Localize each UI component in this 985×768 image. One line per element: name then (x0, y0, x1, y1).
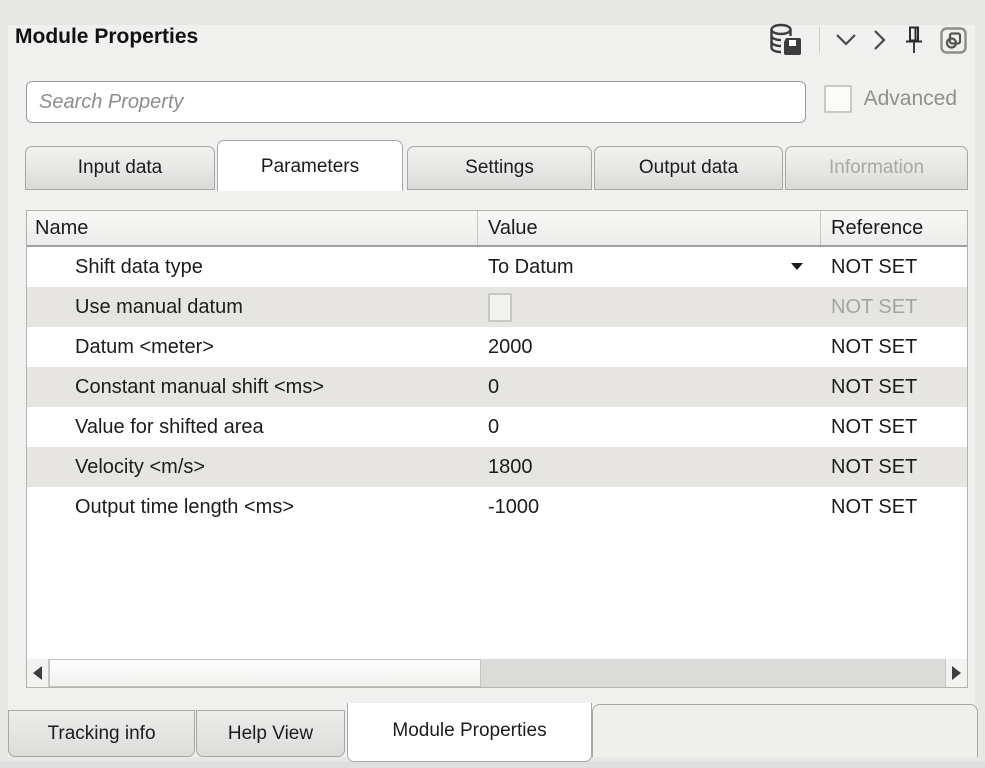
param-reference: NOT SET (821, 256, 967, 279)
scroll-right-button[interactable] (945, 659, 967, 687)
value-text: 1800 (488, 456, 533, 479)
page-title: Module Properties (15, 25, 198, 49)
param-reference: NOT SET (821, 456, 967, 479)
tab-information[interactable]: Information (785, 146, 968, 190)
param-reference: NOT SET (821, 496, 967, 519)
tab-parameters[interactable]: Parameters (217, 140, 403, 191)
table-body: Shift data type To Datum NOT SET Use man… (27, 247, 967, 659)
tab-input-data[interactable]: Input data (25, 146, 215, 190)
search-input[interactable] (26, 81, 806, 123)
param-name: Constant manual shift <ms> (27, 376, 478, 399)
bottom-tab-module-properties[interactable]: Module Properties (347, 703, 592, 762)
float-window-icon[interactable] (940, 27, 967, 54)
param-value-dropdown[interactable]: To Datum (478, 247, 821, 287)
param-value-checkbox-cell (478, 287, 821, 327)
value-text: 0 (488, 376, 499, 399)
column-header-name[interactable]: Name (27, 211, 478, 245)
module-properties-panel: Module Properties (8, 25, 975, 757)
param-value[interactable]: 0 (478, 367, 821, 407)
column-header-reference[interactable]: Reference (821, 211, 967, 245)
param-value[interactable]: 2000 (478, 327, 821, 367)
value-text: 0 (488, 416, 499, 439)
bottom-tab-help-view[interactable]: Help View (196, 710, 345, 757)
scroll-left-button[interactable] (27, 659, 49, 687)
pin-icon[interactable] (902, 25, 926, 55)
chevron-right-icon[interactable] (872, 28, 888, 52)
param-reference: NOT SET (821, 336, 967, 359)
param-value[interactable]: -1000 (478, 487, 821, 527)
param-name: Output time length <ms> (27, 496, 478, 519)
param-name: Datum <meter> (27, 336, 478, 359)
tab-output-data[interactable]: Output data (594, 146, 783, 190)
param-value[interactable]: 0 (478, 407, 821, 447)
advanced-label: Advanced (864, 87, 957, 111)
advanced-toggle: Advanced (824, 85, 957, 113)
param-reference: NOT SET (821, 416, 967, 439)
scroll-left-arrow-icon (33, 666, 42, 680)
scroll-right-arrow-icon (952, 666, 961, 680)
table-row-velocity[interactable]: Velocity <m/s> 1800 NOT SET (27, 447, 967, 487)
param-value[interactable]: 1800 (478, 447, 821, 487)
hscrollbar-track[interactable] (49, 659, 945, 687)
dropdown-selected-value: To Datum (488, 256, 574, 279)
panel-toolbar (769, 19, 967, 61)
table-row-value-for-shifted-area[interactable]: Value for shifted area 0 NOT SET (27, 407, 967, 447)
table-row-constant-manual-shift[interactable]: Constant manual shift <ms> 0 NOT SET (27, 367, 967, 407)
param-name: Velocity <m/s> (27, 456, 478, 479)
database-save-icon[interactable] (769, 23, 805, 57)
param-name: Use manual datum (27, 296, 478, 319)
use-manual-datum-checkbox[interactable] (488, 293, 512, 322)
param-name: Value for shifted area (27, 416, 478, 439)
param-reference: NOT SET (821, 296, 967, 319)
table-row-datum[interactable]: Datum <meter> 2000 NOT SET (27, 327, 967, 367)
table-row-output-time-length[interactable]: Output time length <ms> -1000 NOT SET (27, 487, 967, 527)
parameters-table: Name Value Reference Shift data type To … (26, 210, 968, 688)
table-row-shift-data-type[interactable]: Shift data type To Datum NOT SET (27, 247, 967, 287)
chevron-down-icon[interactable] (834, 32, 858, 48)
param-reference: NOT SET (821, 376, 967, 399)
hscrollbar-thumb[interactable] (49, 659, 481, 687)
horizontal-scrollbar (27, 659, 967, 687)
value-text: -1000 (488, 496, 539, 519)
table-header: Name Value Reference (27, 211, 967, 247)
bottom-tabbar-base (592, 704, 978, 757)
table-row-use-manual-datum[interactable]: Use manual datum NOT SET (27, 287, 967, 327)
bottom-tab-tracking-info[interactable]: Tracking info (8, 710, 195, 757)
tab-settings[interactable]: Settings (407, 146, 592, 190)
toolbar-separator (819, 27, 820, 53)
value-text: 2000 (488, 336, 533, 359)
window-bottom-edge (0, 762, 985, 768)
advanced-checkbox[interactable] (824, 85, 852, 113)
param-name: Shift data type (27, 256, 478, 279)
dropdown-arrow-icon[interactable] (791, 263, 803, 270)
column-header-value[interactable]: Value (478, 211, 821, 245)
